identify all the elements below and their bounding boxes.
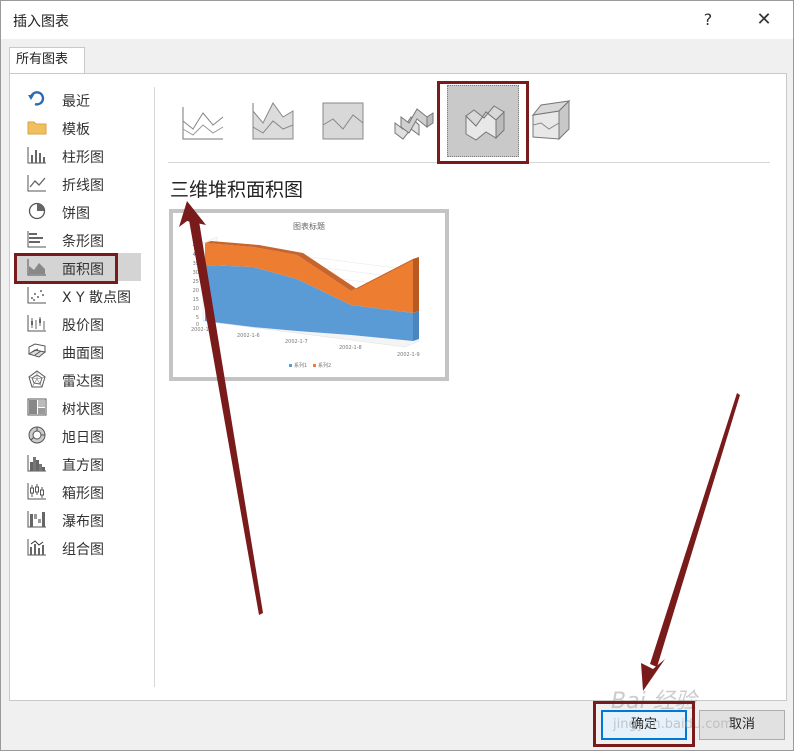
100-stacked-area-icon — [322, 102, 364, 140]
sidebar-item-label: 树状图 — [62, 402, 104, 418]
x-tick-label: 2002-1-7 — [285, 339, 308, 345]
y-tick-label: 15 — [193, 297, 199, 303]
x-tick-label: 2002-1-9 — [397, 352, 420, 358]
sidebar-divider — [154, 87, 155, 687]
legend-swatch-1 — [289, 364, 292, 367]
preview-chart-title: 图表标题 — [293, 221, 325, 231]
sidebar-item-label: 柱形图 — [62, 150, 104, 166]
box-whisker-chart-icon — [27, 483, 46, 500]
preview-legend: 系列1 系列2 — [289, 362, 331, 369]
sidebar-item-label: 瀑布图 — [62, 514, 104, 530]
sidebar-item-box-whisker[interactable]: 箱形图 — [15, 477, 141, 505]
treemap-chart-icon — [27, 398, 47, 416]
sidebar-item-label: X Y 散点图 — [62, 290, 132, 306]
close-button[interactable]: ✕ — [751, 7, 777, 33]
x-tick-label: 2002-1-5 — [191, 327, 214, 333]
tab-all-charts[interactable]: 所有图表 — [9, 47, 85, 73]
sidebar-item-recent[interactable]: 最近 — [15, 85, 141, 113]
legend-label: 系列2 — [318, 362, 331, 369]
y-tick-label: 25 — [193, 279, 199, 285]
sidebar-item-surface[interactable]: 曲面图 — [15, 337, 141, 365]
y-tick-label: 20 — [193, 288, 199, 294]
subtype-3d-100-stacked-area[interactable] — [529, 89, 581, 149]
annotation-box-area — [14, 253, 118, 284]
legend-label: 系列1 — [294, 362, 307, 369]
sidebar-item-label: 组合图 — [62, 542, 104, 558]
stacked-area-icon — [252, 102, 294, 140]
histogram-chart-icon — [27, 455, 46, 472]
preview-series-1-side — [413, 311, 419, 341]
pie-chart-icon — [28, 202, 46, 220]
y-tick-label: 45 — [193, 243, 199, 249]
y-tick-label: 30 — [193, 270, 199, 276]
selected-chart-name: 三维堆积面积图 — [170, 179, 304, 201]
x-tick-label: 2002-1-8 — [339, 345, 362, 351]
preview-chart-svg: 图表标题 45 40 35 30 25 20 15 10 5 0 2002-1-… — [191, 221, 420, 369]
dialog-title: 插入图表 — [13, 14, 69, 30]
3d-100-stacked-area-icon — [531, 99, 571, 141]
sidebar-item-label: 箱形图 — [62, 486, 104, 502]
sidebar-item-stock[interactable]: 股价图 — [15, 309, 141, 337]
sidebar-item-pie[interactable]: 饼图 — [15, 197, 141, 225]
sidebar-item-sunburst[interactable]: 旭日图 — [15, 421, 141, 449]
preview-series-2-side — [413, 257, 419, 313]
y-tick-label: 40 — [193, 252, 199, 258]
insert-chart-dialog: 插入图表 ? ✕ 所有图表 最近 模板 柱形图 折线图 饼图 条形图 面积图 X… — [0, 0, 794, 751]
annotation-box-ok — [593, 701, 695, 747]
sidebar-item-label: 折线图 — [62, 178, 104, 194]
y-tick-label: 5 — [196, 315, 199, 321]
surface-chart-icon — [27, 343, 47, 358]
recent-icon — [28, 91, 45, 106]
help-button[interactable]: ? — [696, 7, 720, 33]
area-icon — [182, 107, 224, 140]
legend-swatch-2 — [313, 364, 316, 367]
sidebar-item-waterfall[interactable]: 瀑布图 — [15, 505, 141, 533]
waterfall-chart-icon — [27, 511, 46, 528]
sidebar-item-templates[interactable]: 模板 — [15, 113, 141, 141]
stock-chart-icon — [27, 315, 46, 332]
sidebar-item-scatter[interactable]: X Y 散点图 — [15, 281, 141, 309]
annotation-box-subtype — [437, 81, 529, 164]
sidebar-item-label: 直方图 — [62, 458, 104, 474]
sidebar-item-label: 股价图 — [62, 318, 104, 334]
preview-y-axis: 45 40 35 30 25 20 15 10 5 0 — [193, 243, 199, 328]
sidebar-item-label: 旭日图 — [62, 430, 104, 446]
title-bar: 插入图表 ? ✕ — [1, 1, 793, 39]
sidebar-item-label: 条形图 — [62, 234, 104, 250]
sidebar-item-combo[interactable]: 组合图 — [15, 533, 141, 561]
sidebar-item-bar[interactable]: 条形图 — [15, 225, 141, 253]
scatter-chart-icon — [27, 287, 46, 304]
sunburst-chart-icon — [28, 426, 46, 444]
sidebar-item-radar[interactable]: 雷达图 — [15, 365, 141, 393]
sidebar-item-label: 雷达图 — [62, 374, 104, 390]
sidebar-item-histogram[interactable]: 直方图 — [15, 449, 141, 477]
sidebar-item-label: 饼图 — [62, 206, 90, 222]
subtype-stacked-area[interactable] — [247, 89, 299, 149]
sidebar-item-column[interactable]: 柱形图 — [15, 141, 141, 169]
sidebar-item-label: 模板 — [62, 122, 90, 138]
y-tick-label: 35 — [193, 261, 199, 267]
sidebar-item-line[interactable]: 折线图 — [15, 169, 141, 197]
subtype-3d-area[interactable] — [387, 89, 439, 149]
sidebar-item-label: 最近 — [62, 94, 90, 110]
line-chart-icon — [27, 175, 46, 192]
y-tick-label: 10 — [193, 306, 199, 312]
bar-chart-icon — [27, 231, 46, 248]
chart-preview: 图表标题 45 40 35 30 25 20 15 10 5 0 2002-1-… — [169, 209, 449, 381]
subtype-100-stacked-area[interactable] — [317, 89, 369, 149]
radar-chart-icon — [28, 370, 46, 388]
subtype-area[interactable] — [177, 89, 229, 149]
column-chart-icon — [27, 147, 46, 164]
3d-area-icon — [394, 108, 434, 140]
chart-category-list: 最近 模板 柱形图 折线图 饼图 条形图 面积图 X Y 散点图 股价图 曲面图… — [15, 85, 143, 565]
sidebar-item-treemap[interactable]: 树状图 — [15, 393, 141, 421]
x-tick-label: 2002-1-6 — [237, 333, 260, 339]
sidebar-item-label: 曲面图 — [62, 346, 104, 362]
folder-icon — [27, 121, 47, 135]
combo-chart-icon — [27, 539, 46, 556]
